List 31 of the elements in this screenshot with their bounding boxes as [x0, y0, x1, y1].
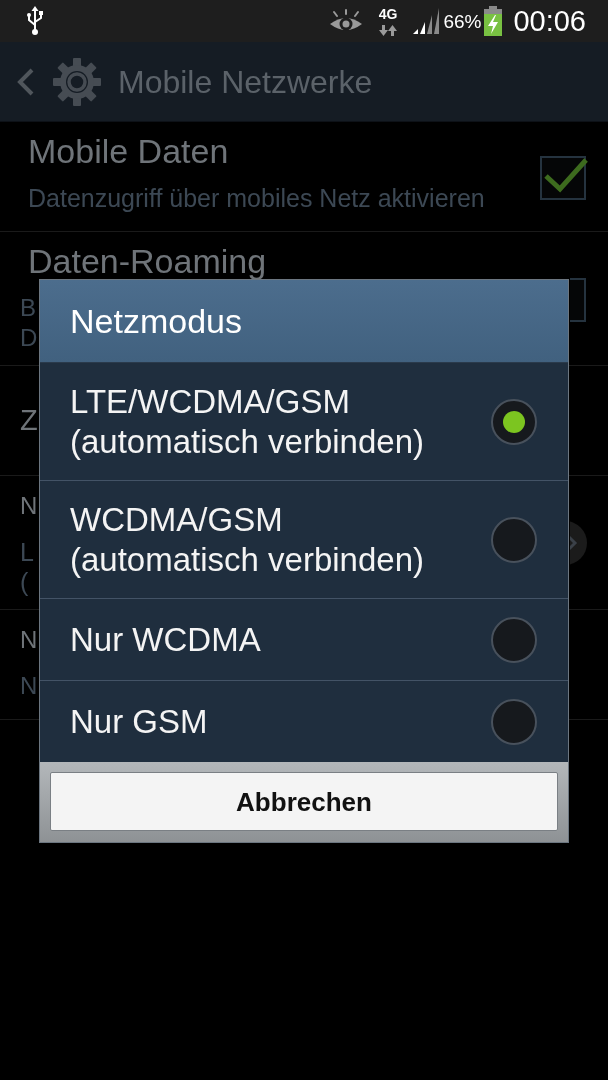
setting-title: N [20, 491, 38, 521]
battery-percent: 66% [443, 11, 482, 31]
page-title: Mobile Netzwerke [118, 65, 373, 98]
eye-icon [328, 9, 363, 33]
radio-button[interactable] [491, 516, 537, 563]
setting-title: N [20, 625, 38, 655]
setting-title: Z [20, 404, 38, 437]
setting-title: Daten-Roaming [28, 245, 267, 278]
radio-button[interactable] [491, 616, 537, 663]
radio-button[interactable] [491, 698, 537, 745]
back-icon[interactable] [16, 66, 36, 97]
setting-subtitle: L ( [20, 537, 34, 597]
usb-icon [25, 6, 45, 36]
setting-subtitle: Datenzugriff über mobiles Netz aktivieren [28, 183, 485, 213]
option-label: LTE/WCDMA/GSM (automatisch verbinden) [70, 381, 424, 462]
option-label: Nur WCDMA [70, 619, 261, 660]
signal-icon [413, 8, 440, 34]
option-label: WCDMA/GSM (automatisch verbinden) [70, 499, 424, 580]
setting-subtitle: B D [20, 293, 38, 353]
cancel-button[interactable]: Abbrechen [50, 772, 558, 831]
clock-time: 00:06 [513, 6, 586, 36]
network-type-label: 4G [378, 6, 398, 21]
setting-subtitle: N [20, 671, 38, 701]
dialog-title: Netzmodus [70, 304, 242, 338]
gear-icon [52, 56, 102, 107]
option-label: Nur GSM [70, 701, 208, 742]
battery-charging-icon [483, 6, 504, 36]
transfer-arrows-icon [379, 24, 398, 36]
checkbox[interactable] [540, 153, 588, 200]
setting-title: Mobile Daten [28, 135, 229, 168]
radio-button[interactable] [491, 398, 537, 445]
